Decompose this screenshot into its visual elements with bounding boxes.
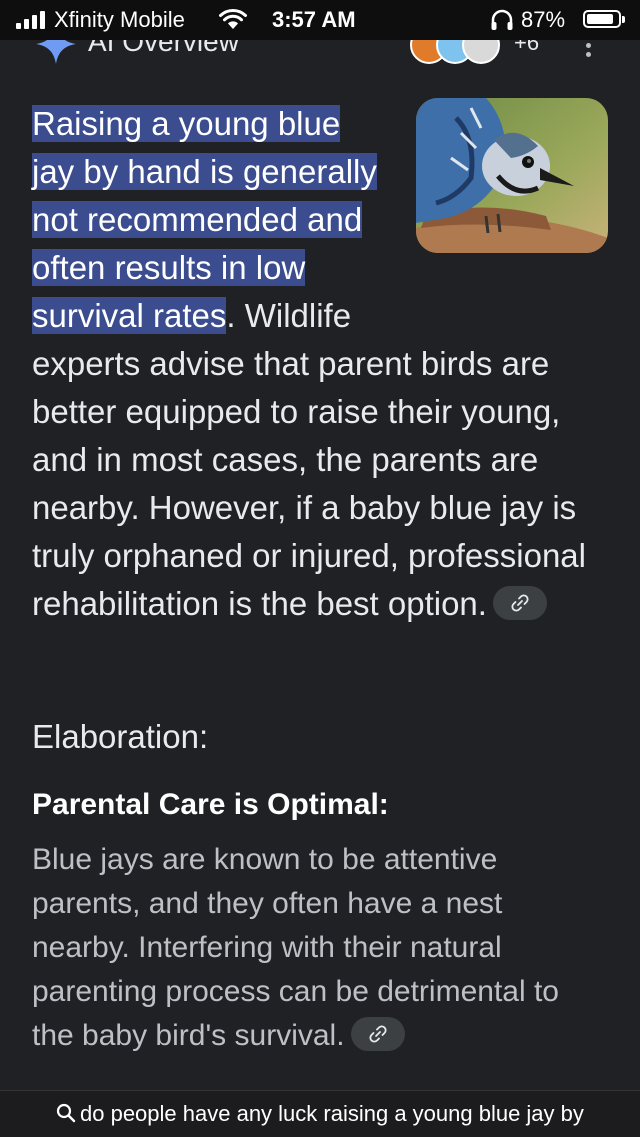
gemini-sparkle-icon	[36, 40, 76, 64]
search-query[interactable]: do people have any luck raising a young …	[80, 1101, 584, 1127]
battery-icon	[583, 10, 621, 28]
elaboration-heading: Elaboration:	[32, 718, 209, 755]
answer-continuation: . Wildlife experts advise that parent bi…	[32, 297, 586, 622]
signal-icon	[16, 11, 50, 29]
citation-link-button[interactable]	[350, 1017, 405, 1052]
status-bar: Xfinity Mobile 3:57 AM 87%	[0, 0, 640, 40]
more-options-icon[interactable]	[586, 40, 592, 64]
ai-overview-header: AI Overview +6	[0, 40, 640, 80]
more-sources-count[interactable]: +6	[514, 40, 539, 56]
wifi-icon	[219, 8, 247, 29]
link-icon	[511, 594, 529, 612]
bottom-search-bar[interactable]: do people have any luck raising a young …	[0, 1090, 640, 1137]
parental-care-body: Blue jays are known to be attentive pare…	[32, 838, 602, 1058]
ai-overview-title: AI Overview	[88, 40, 239, 57]
search-icon	[56, 1103, 76, 1123]
citation-link-button[interactable]	[492, 586, 547, 621]
parental-care-text: Blue jays are known to be attentive pare…	[32, 843, 559, 1052]
overview-answer: Raising a young blue jay by hand is gene…	[32, 100, 602, 628]
carrier-name: Xfinity Mobile	[54, 7, 185, 32]
battery-nub	[622, 16, 625, 23]
battery-level	[587, 14, 614, 24]
source-avatar[interactable]	[462, 40, 500, 64]
parental-care-heading: Parental Care is Optimal:	[32, 788, 389, 821]
link-icon	[369, 1025, 387, 1043]
clock: 3:57 AM	[272, 7, 356, 32]
headphones-icon	[491, 9, 513, 30]
image-spacer	[388, 100, 602, 296]
source-avatars[interactable]	[410, 40, 500, 64]
battery-percent: 87%	[521, 7, 566, 32]
